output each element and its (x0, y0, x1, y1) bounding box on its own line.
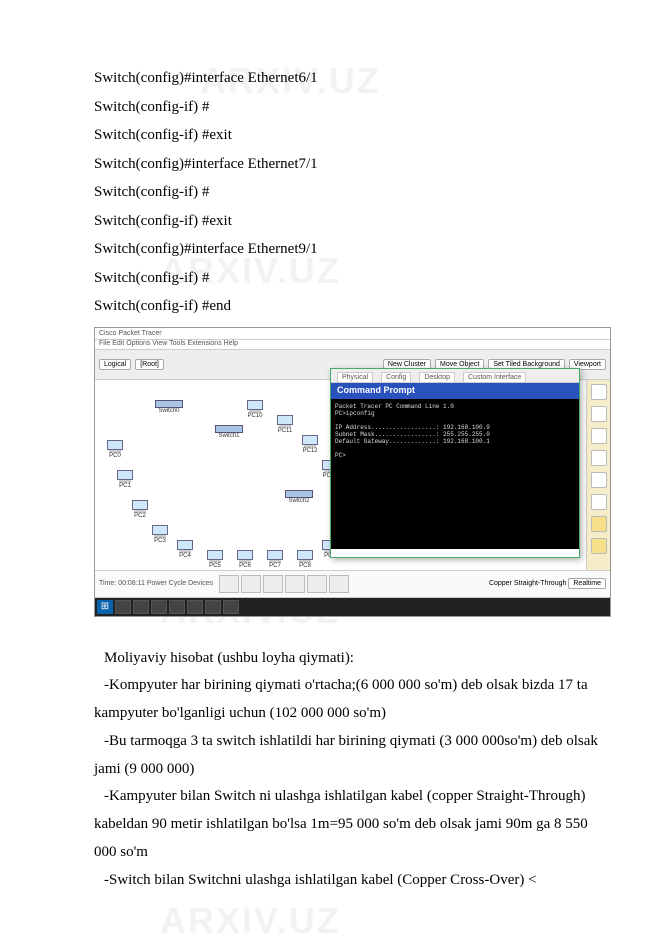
device-label: PC6 (235, 563, 255, 569)
device-label: PC10 (245, 413, 265, 419)
device-label: PC3 (150, 538, 170, 544)
device-palette: Time: 00:08:11 Power Cycle Devices Coppe… (95, 571, 610, 598)
delete-tool-icon[interactable] (591, 450, 607, 466)
config-block: Switch(config)#interface Ethernet6/1 Swi… (94, 64, 611, 321)
taskbar-icon[interactable] (133, 600, 149, 614)
device-label: PC2 (130, 513, 150, 519)
pc-device[interactable]: PC8 (295, 550, 315, 568)
tab-desktop[interactable]: Desktop (419, 372, 455, 382)
app-menubar: File Edit Options View Tools Extensions … (95, 340, 610, 350)
pc-device[interactable]: PC1 (115, 470, 135, 488)
device-tabs: Physical Config Desktop Custom Interface (331, 369, 579, 383)
inspect-tool-icon[interactable] (591, 472, 607, 488)
app-titlebar: Cisco Packet Tracer (95, 328, 610, 340)
config-line: Switch(config)#interface Ethernet9/1 (94, 235, 611, 264)
pc-device[interactable]: PC5 (205, 550, 225, 568)
pc-device[interactable]: PC2 (130, 500, 150, 518)
config-line: Switch(config-if) # (94, 178, 611, 207)
config-line: Switch(config-if) # (94, 93, 611, 122)
paragraph: -Bu tarmoqga 3 ta switch ishlatildi har … (94, 728, 611, 784)
pc-device[interactable]: PC6 (235, 550, 255, 568)
device-label: PC12 (300, 448, 320, 454)
body-text: Moliyaviy hisobat (ushbu loyha qiymati):… (94, 645, 611, 895)
note-tool-icon[interactable] (591, 428, 607, 444)
pc-device[interactable]: PC10 (245, 400, 265, 418)
switch-icon[interactable] (241, 575, 261, 593)
pc-device[interactable]: PC7 (265, 550, 285, 568)
device-label: Switch2 (285, 498, 313, 504)
taskbar-icon[interactable] (223, 600, 239, 614)
pdu-complex-tool-icon[interactable] (591, 538, 607, 554)
windows-taskbar: ⊞ (95, 598, 610, 616)
switch-device[interactable]: Switch2 (285, 490, 313, 504)
device-label: PC8 (295, 563, 315, 569)
switch-device[interactable]: Switch1 (215, 425, 243, 439)
packet-tracer-screenshot: Cisco Packet Tracer File Edit Options Vi… (94, 327, 611, 617)
app-title: Cisco Packet Tracer (99, 330, 162, 337)
device-label: PC11 (275, 428, 295, 434)
command-prompt-title: Command Prompt (331, 383, 579, 399)
tab-physical[interactable]: Physical (337, 372, 373, 382)
pc-device[interactable]: PC4 (175, 540, 195, 558)
cable-hint: Copper Straight-Through (489, 580, 566, 587)
root-button[interactable]: [Root] (135, 359, 164, 370)
taskbar-icon[interactable] (169, 600, 185, 614)
taskbar-icon[interactable] (115, 600, 131, 614)
logical-button[interactable]: Logical (99, 359, 131, 370)
device-label: PC0 (105, 453, 125, 459)
wireless-icon[interactable] (285, 575, 305, 593)
device-label: PC1 (115, 483, 135, 489)
move-tool-icon[interactable] (591, 406, 607, 422)
config-line: Switch(config-if) #end (94, 292, 611, 321)
paragraph: -Kompyuter har birining qiymati o'rtacha… (94, 672, 611, 728)
router-icon[interactable] (219, 575, 239, 593)
config-line: Switch(config)#interface Ethernet7/1 (94, 150, 611, 179)
end-device-icon[interactable] (329, 575, 349, 593)
config-line: Switch(config-if) #exit (94, 207, 611, 236)
paragraph: -Kampyuter bilan Switch ni ulashga ishla… (94, 783, 611, 866)
device-label: Switch1 (215, 433, 243, 439)
document-page: Switch(config)#interface Ethernet6/1 Swi… (0, 0, 661, 924)
device-label: Switch0 (155, 408, 183, 414)
config-line: Switch(config-if) # (94, 264, 611, 293)
bottom-panel: Time: 00:08:11 Power Cycle Devices Coppe… (95, 570, 610, 616)
taskbar-icon[interactable] (151, 600, 167, 614)
device-label: PC7 (265, 563, 285, 569)
pc-device[interactable]: PC3 (150, 525, 170, 543)
config-line: Switch(config-if) #exit (94, 121, 611, 150)
pc-device[interactable]: PC0 (105, 440, 125, 458)
start-button[interactable]: ⊞ (97, 600, 113, 614)
time-label: Time: 00:08:11 Power Cycle Devices (99, 580, 213, 587)
paragraph: Moliyaviy hisobat (ushbu loyha qiymati): (94, 645, 611, 673)
config-line: Switch(config)#interface Ethernet6/1 (94, 64, 611, 93)
zoom-tool-icon[interactable] (591, 494, 607, 510)
command-prompt-body[interactable]: Packet Tracer PC Command Line 1.0 PC>ipc… (331, 399, 579, 549)
tab-config[interactable]: Config (381, 372, 411, 382)
taskbar-icon[interactable] (187, 600, 203, 614)
pdu-tool-icon[interactable] (591, 516, 607, 532)
tab-custom[interactable]: Custom Interface (463, 372, 526, 382)
command-prompt-window[interactable]: Physical Config Desktop Custom Interface… (330, 368, 580, 558)
pc-device[interactable]: PC11 (275, 415, 295, 433)
paragraph: -Switch bilan Switchni ulashga ishlatilg… (94, 867, 611, 895)
taskbar-icon[interactable] (205, 600, 221, 614)
device-label: PC5 (205, 563, 225, 569)
tool-sidebar (586, 380, 610, 570)
select-tool-icon[interactable] (591, 384, 607, 400)
realtime-button[interactable]: Realtime (568, 578, 606, 589)
device-label: PC4 (175, 553, 195, 559)
switch-device[interactable]: Switch0 (155, 400, 183, 414)
hub-icon[interactable] (263, 575, 283, 593)
pc-device[interactable]: PC12 (300, 435, 320, 453)
connection-icon[interactable] (307, 575, 327, 593)
